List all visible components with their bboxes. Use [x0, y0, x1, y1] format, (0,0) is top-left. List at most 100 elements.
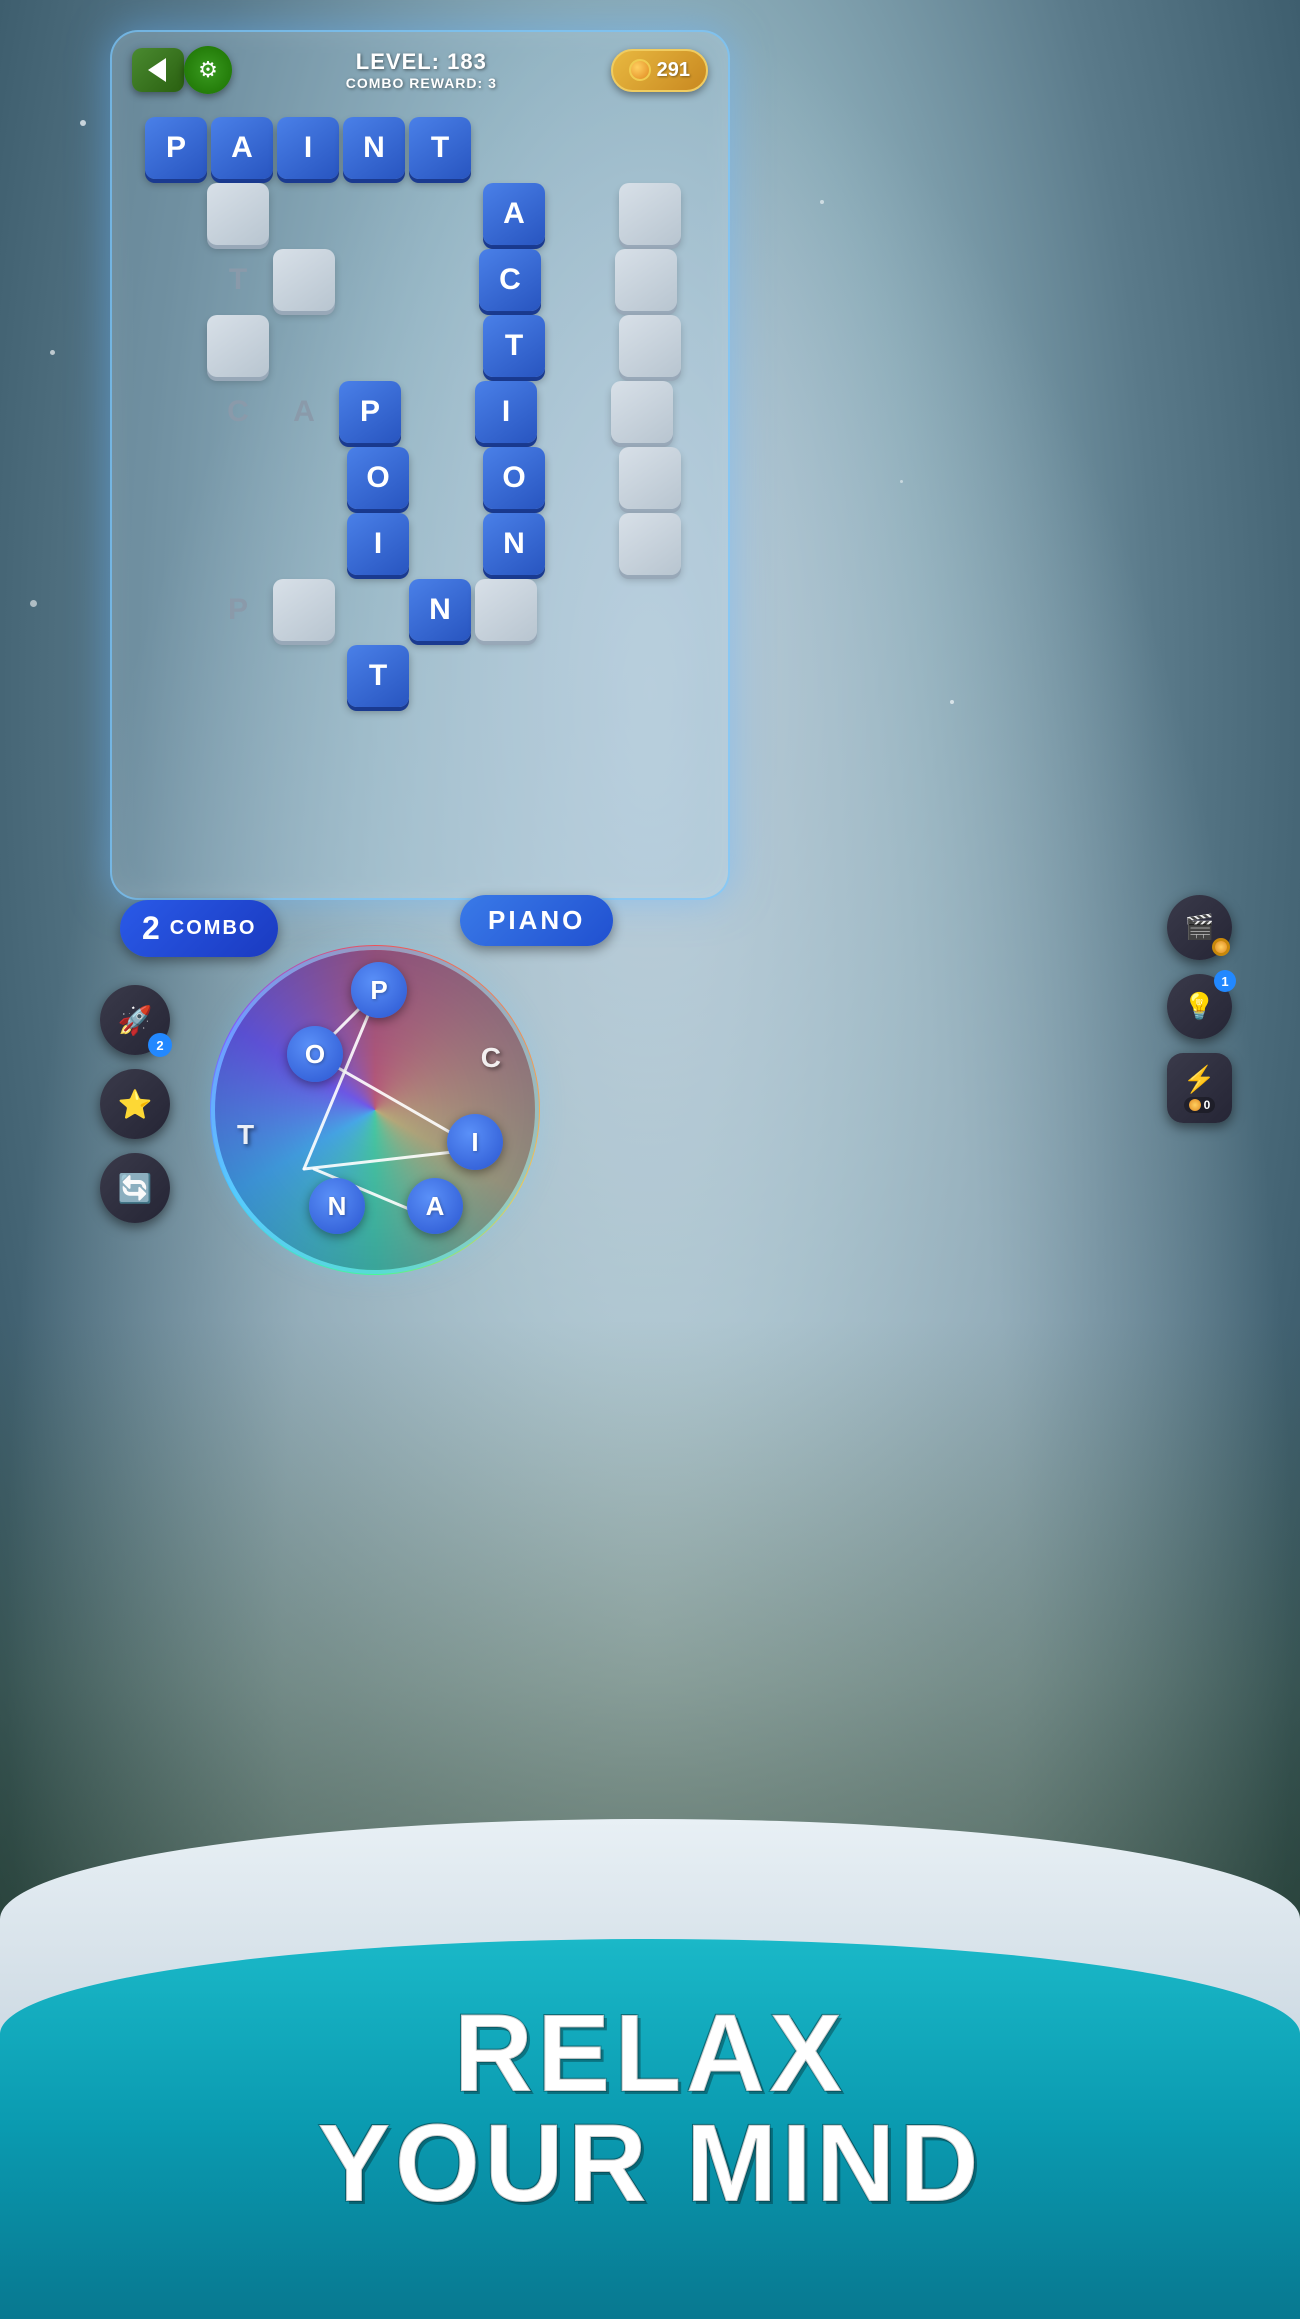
cell-empty-9-2 — [207, 645, 273, 707]
cell-gray-4-8 — [619, 315, 681, 377]
relax-section: RELAX YOUR MIND — [0, 1999, 1300, 2219]
header: ⚙ LEVEL: 183 COMBO REWARD: 3 291 — [112, 32, 728, 102]
cell-N1: N — [343, 117, 405, 179]
wheel-circle: P O C T I N A — [215, 950, 535, 1270]
combo-badge: 2 COMBO — [120, 900, 278, 957]
coins-count: 291 — [657, 59, 690, 82]
grid-row-9: T — [137, 645, 549, 707]
lightning-counter: 0 — [1184, 1097, 1216, 1113]
gear-icon: ⚙ — [198, 57, 218, 83]
cell-P5: P — [339, 381, 401, 443]
left-buttons: 🚀 2 ⭐ 🔄 — [100, 985, 170, 1223]
grid-row-7: I N — [137, 513, 681, 575]
cell-empty-9-6 — [483, 645, 549, 707]
refresh-button[interactable]: 🔄 — [100, 1153, 170, 1223]
refresh-icon: 🔄 — [118, 1172, 153, 1205]
cell-A1: A — [211, 117, 273, 179]
cell-empty-7-2 — [207, 513, 273, 575]
cell-empty-6-7 — [549, 447, 615, 509]
cell-empty-6-1 — [137, 447, 203, 509]
letter-wheel[interactable]: P O C T I N A — [215, 950, 535, 1270]
snow-particle — [80, 120, 86, 126]
right-buttons: 🎬 💡 1 ⚡ 0 — [1167, 895, 1232, 1123]
cell-I5: I — [475, 381, 537, 443]
cell-empty-2-5 — [413, 183, 479, 245]
snow-particle — [50, 350, 55, 355]
game-container: ⚙ LEVEL: 183 COMBO REWARD: 3 291 P A I N… — [110, 30, 730, 900]
cell-C3: C — [479, 249, 541, 311]
cell-T3: T — [207, 249, 269, 311]
cell-empty-4-5 — [413, 315, 479, 377]
cell-empty-7-7 — [549, 513, 615, 575]
cell-gray-7-8 — [619, 513, 681, 575]
current-word: PIANO — [488, 905, 585, 935]
wheel-letter-T[interactable]: T — [237, 1119, 254, 1151]
rocket-button[interactable]: 🚀 2 — [100, 985, 170, 1055]
video-button[interactable]: 🎬 — [1167, 895, 1232, 960]
cell-C5: C — [207, 381, 269, 443]
cell-P1: P — [145, 117, 207, 179]
combo-reward-label: COMBO REWARD: 3 — [242, 75, 601, 91]
wheel-letter-I[interactable]: I — [447, 1114, 503, 1170]
cell-empty-5-7 — [541, 381, 607, 443]
wheel-letter-P[interactable]: P — [351, 962, 407, 1018]
cell-gray-2-2 — [207, 183, 269, 245]
coin-icon — [629, 59, 651, 81]
cell-empty-2-3 — [273, 183, 339, 245]
cell-empty-7-1 — [137, 513, 203, 575]
back-arrow-icon — [148, 58, 166, 82]
cell-I1: I — [277, 117, 339, 179]
cell-A5: A — [273, 381, 335, 443]
film-icon: 🎬 — [1185, 913, 1215, 942]
combo-label: COMBO — [170, 917, 257, 940]
cell-gray-8-6 — [475, 579, 537, 641]
relax-line2: YOUR MIND — [0, 2109, 1300, 2219]
cell-N7: N — [483, 513, 545, 575]
coins-badge: 291 — [611, 49, 708, 92]
word-display: PIANO — [460, 895, 613, 946]
cell-empty-2-4 — [343, 183, 409, 245]
wheel-letter-O[interactable]: O — [287, 1026, 343, 1082]
cell-empty-3-5 — [409, 249, 475, 311]
cell-empty-9-1 — [137, 645, 203, 707]
wheel-letter-A[interactable]: A — [407, 1178, 463, 1234]
cell-T1: T — [409, 117, 471, 179]
level-label: LEVEL: 183 — [242, 49, 601, 75]
back-button[interactable] — [132, 48, 184, 92]
cell-O6: O — [347, 447, 409, 509]
relax-line1: RELAX — [0, 1999, 1300, 2109]
cell-empty-6-5 — [413, 447, 479, 509]
star-button[interactable]: ⭐ — [100, 1069, 170, 1139]
settings-button[interactable]: ⚙ — [184, 46, 232, 94]
snow-particle — [900, 480, 903, 483]
cell-empty-7-3 — [277, 513, 343, 575]
cell-gray-6-8 — [619, 447, 681, 509]
lightbulb-badge: 1 — [1214, 970, 1236, 992]
cell-I7: I — [347, 513, 409, 575]
cell-gray-3-8 — [615, 249, 677, 311]
cell-empty-3-4 — [339, 249, 405, 311]
cell-empty-8-7 — [541, 579, 607, 641]
cell-gray-3-3 — [273, 249, 335, 311]
snow-particle — [820, 200, 824, 204]
lightbulb-button[interactable]: 💡 1 — [1167, 974, 1232, 1039]
cell-gray-8-3 — [273, 579, 335, 641]
lightning-button[interactable]: ⚡ 0 — [1167, 1053, 1232, 1123]
rocket-icon: 🚀 — [118, 1004, 153, 1037]
cell-empty-7-5 — [413, 513, 479, 575]
snow-particle — [30, 600, 37, 607]
cell-empty-4-7 — [549, 315, 615, 377]
cell-T4: T — [483, 315, 545, 377]
cell-gray-2-8 — [619, 183, 681, 245]
grid-row-5: C A P I — [137, 381, 673, 443]
cell-empty-2-1 — [137, 183, 203, 245]
cell-empty-3-7 — [545, 249, 611, 311]
cell-gray-5-8 — [611, 381, 673, 443]
cell-empty-9-5 — [413, 645, 479, 707]
wheel-letter-C[interactable]: C — [481, 1042, 501, 1074]
star-icon: ⭐ — [118, 1088, 153, 1121]
grid-row-3: T C — [137, 249, 677, 311]
cell-empty-8-4 — [339, 579, 405, 641]
cell-N8: N — [409, 579, 471, 641]
wheel-letter-N[interactable]: N — [309, 1178, 365, 1234]
